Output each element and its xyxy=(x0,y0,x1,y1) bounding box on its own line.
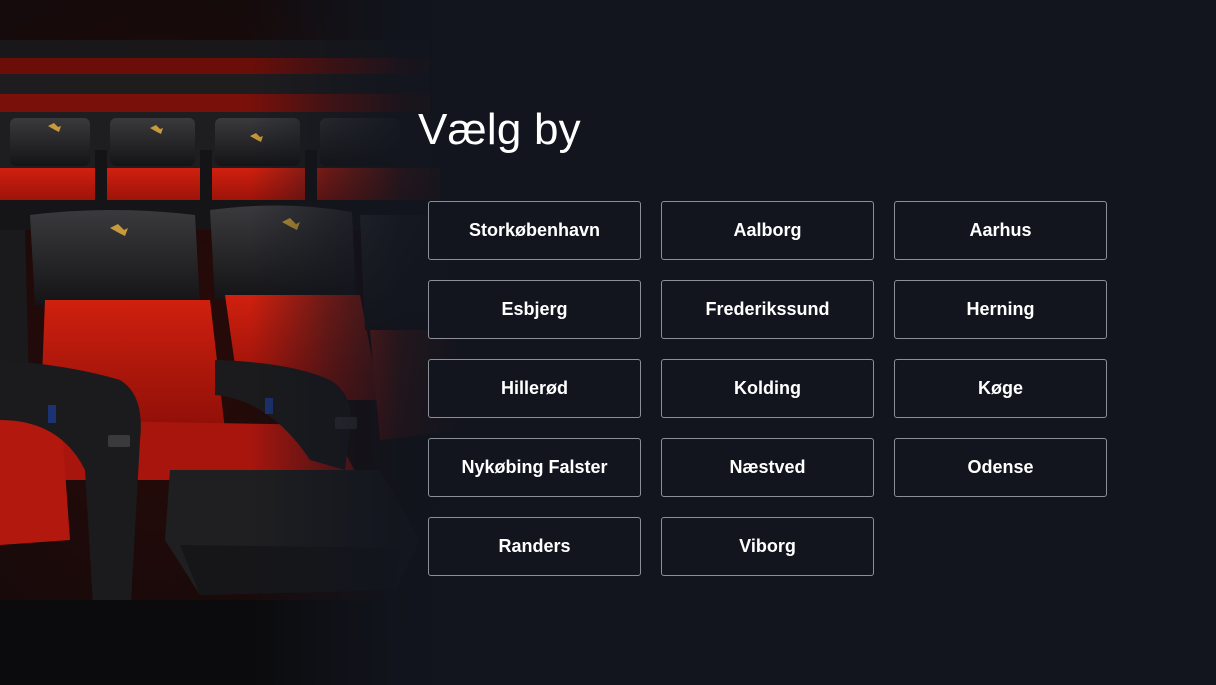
city-button-storkobenhavn[interactable]: Storkøbenhavn xyxy=(428,201,641,260)
city-button-naestved[interactable]: Næstved xyxy=(661,438,874,497)
city-button-aalborg[interactable]: Aalborg xyxy=(661,201,874,260)
city-button-grid: Storkøbenhavn Aalborg Aarhus Esbjerg Fre… xyxy=(428,201,1107,576)
city-button-koge[interactable]: Køge xyxy=(894,359,1107,418)
city-button-esbjerg[interactable]: Esbjerg xyxy=(428,280,641,339)
city-button-nykobing-falster[interactable]: Nykøbing Falster xyxy=(428,438,641,497)
city-button-viborg[interactable]: Viborg xyxy=(661,517,874,576)
city-select-screen: Vælg by Storkøbenhavn Aalborg Aarhus Esb… xyxy=(0,0,1216,685)
page-title: Vælg by xyxy=(418,105,581,154)
city-button-frederikssund[interactable]: Frederikssund xyxy=(661,280,874,339)
city-button-odense[interactable]: Odense xyxy=(894,438,1107,497)
city-button-aarhus[interactable]: Aarhus xyxy=(894,201,1107,260)
city-button-hillerod[interactable]: Hillerød xyxy=(428,359,641,418)
city-button-herning[interactable]: Herning xyxy=(894,280,1107,339)
city-button-kolding[interactable]: Kolding xyxy=(661,359,874,418)
city-button-randers[interactable]: Randers xyxy=(428,517,641,576)
